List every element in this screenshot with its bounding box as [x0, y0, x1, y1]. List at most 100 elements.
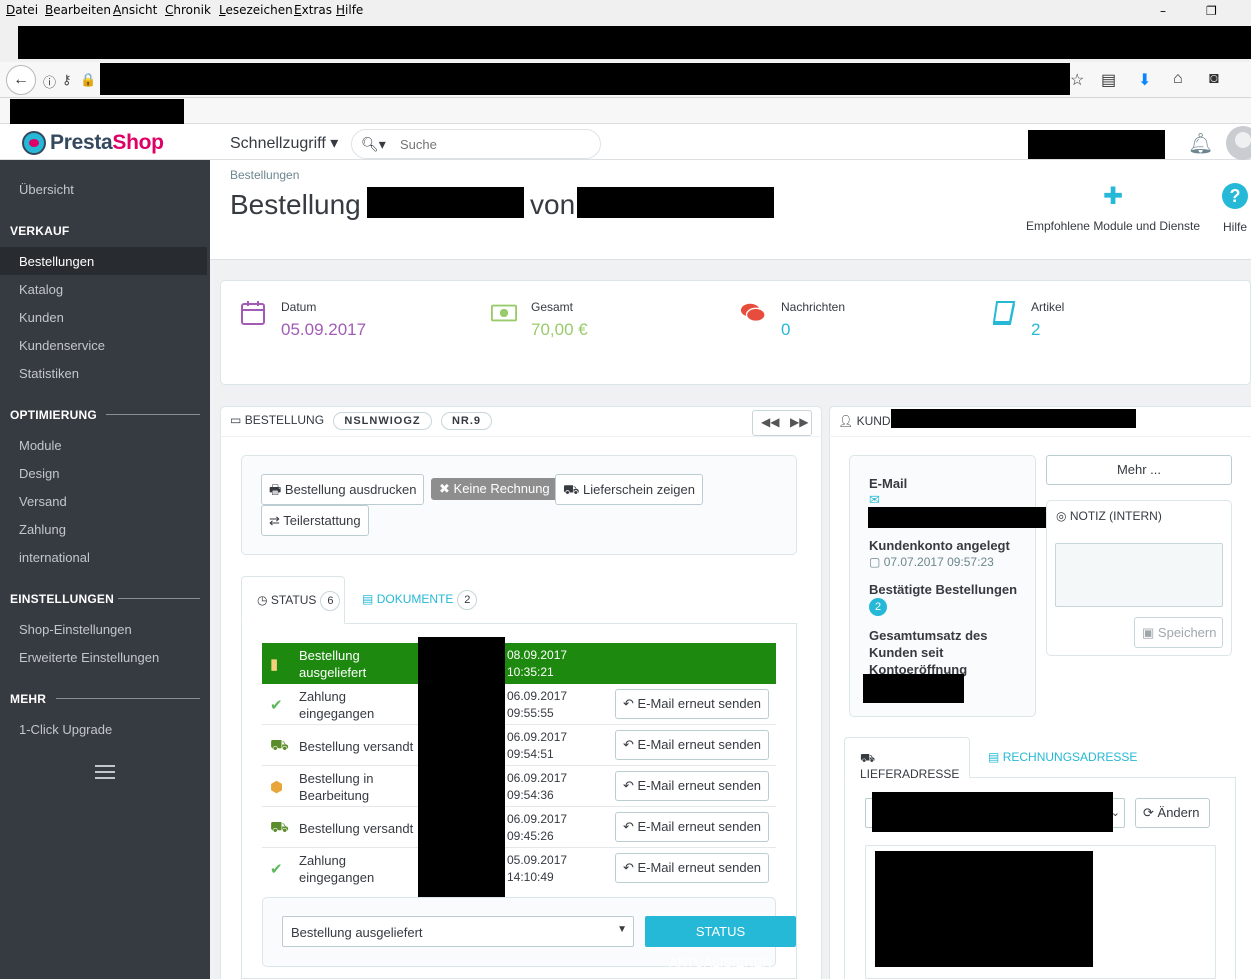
tab-shipping-address[interactable]: ⛟ LIEFERADRESSE — [844, 737, 970, 781]
tab-documents[interactable]: ▤ DOKUMENTE 2 — [362, 590, 478, 610]
menu-extras[interactable]: Extras — [294, 3, 332, 17]
home-icon[interactable]: ⌂ — [1173, 70, 1183, 88]
exchange-icon: ⇄ — [269, 513, 280, 528]
resend-email-button[interactable]: ↶ E-Mail erneut senden — [615, 812, 769, 842]
history-status-name: Bestellung versandt — [299, 821, 414, 836]
clock-icon: ◷ — [257, 593, 268, 607]
history-row: ✔ Zahlung eingegangen 06.09.2017 09:55:55… — [262, 684, 776, 725]
minimize-button[interactable]: – — [1160, 4, 1166, 18]
resend-email-button[interactable]: ↶ E-Mail erneut senden — [615, 853, 769, 883]
sidebar-item-customers[interactable]: Kunden — [19, 310, 64, 325]
search-form: 🔍︎▾ — [351, 129, 601, 159]
menu-datei[interactable]: Datei — [6, 3, 38, 17]
print-order-button[interactable]: 🖶︎ Bestellung ausdrucken — [261, 474, 425, 505]
sidebar-item-overview[interactable]: Übersicht — [19, 182, 74, 197]
sidebar-item-design[interactable]: Design — [19, 466, 59, 481]
help-button[interactable]: ? Hilfe — [1218, 183, 1251, 234]
search-icon[interactable]: 🔍︎▾ — [361, 136, 386, 153]
tab-invoice-address[interactable]: ▤ RECHNUNGSADRESSE — [988, 750, 1137, 764]
divider — [118, 598, 200, 599]
redacted-order-id — [367, 187, 524, 218]
sidebar-category-einstellungen: EINSTELLUNGEN — [10, 592, 114, 606]
reader-list-icon[interactable]: ▤ — [1101, 70, 1116, 90]
redacted-url-input[interactable] — [100, 63, 1070, 95]
breadcrumb[interactable]: Bestellungen — [230, 168, 299, 182]
sidebar-item-customer-service[interactable]: Kundenservice — [19, 338, 105, 353]
history-status-name: Zahlung eingegangen — [299, 689, 375, 721]
menu-ansicht[interactable]: Ansicht — [113, 3, 157, 17]
menu-lesezeichen[interactable]: Lesezeichen — [219, 3, 293, 17]
calendar-icon — [241, 301, 265, 325]
email-label: E-Mail — [869, 476, 908, 491]
sidebar-item-upgrade[interactable]: 1-Click Upgrade — [19, 722, 112, 737]
search-input[interactable] — [400, 135, 590, 153]
sidebar-item-shipping[interactable]: Versand — [19, 494, 67, 509]
box-icon: ⬢ — [270, 779, 284, 796]
calendar-small-icon: ▢ — [869, 555, 881, 569]
resend-email-button[interactable]: ↶ E-Mail erneut senden — [615, 689, 769, 719]
order-status-select[interactable]: Bestellung ausgeliefert ▼ — [282, 916, 634, 947]
maximize-button[interactable]: ❐ — [1206, 4, 1217, 18]
key-icon: ⚷ — [62, 72, 72, 87]
sidebar-item-advanced-settings[interactable]: Erweiterte Einstellungen — [19, 650, 159, 665]
sidebar-item-orders[interactable]: Bestellungen — [19, 254, 94, 269]
delivery-slip-button[interactable]: ⛟ Lieferschein zeigen — [555, 474, 704, 505]
download-icon[interactable]: ⬇ — [1138, 70, 1151, 90]
resend-email-button[interactable]: ↶ E-Mail erneut senden — [615, 730, 769, 760]
kpi-messages: Nachrichten 0 — [781, 300, 845, 340]
star-icon[interactable]: ☆ — [1070, 70, 1084, 90]
notification-bell-icon[interactable]: 🔔︎ — [1188, 131, 1213, 156]
back-arrow-icon[interactable]: ← — [6, 65, 36, 95]
no-invoice-button[interactable]: ✖ Keine Rechnung — [431, 478, 558, 500]
history-date: 08.09.2017 10:35:21 — [507, 648, 568, 679]
file-icon: ▤ — [362, 592, 374, 606]
partial-refund-button[interactable]: ⇄ Teilerstattung — [261, 505, 369, 536]
history-date: 06.09.2017 09:45:26 — [507, 812, 568, 843]
print-icon: 🖶︎ — [269, 482, 282, 497]
sidebar-item-payment[interactable]: Zahlung — [19, 522, 66, 537]
user-icon: 👤︎ — [838, 414, 854, 428]
kpi-products-value: 2 — [1031, 320, 1041, 339]
sidebar-item-shop-settings[interactable]: Shop-Einstellungen — [19, 622, 132, 637]
truck-icon: ⛟ — [270, 737, 289, 754]
menu-chronik[interactable]: Chronik — [165, 3, 211, 17]
page-title: Bestellung — [230, 189, 361, 220]
prestashop-logo[interactable]: PrestaShop — [22, 130, 164, 156]
kpi-panel — [220, 280, 1251, 385]
recommended-modules-button[interactable]: ✚ Empfohlene Module und Dienste — [1018, 182, 1208, 233]
sidebar-item-international[interactable]: international — [19, 550, 90, 565]
truck-icon: ⛟ — [563, 482, 580, 497]
sidebar-item-modules[interactable]: Module — [19, 438, 62, 453]
more-button[interactable]: Mehr ... — [1046, 455, 1232, 485]
info-icon[interactable]: ⓘ — [43, 72, 56, 91]
history-row: ✔ Zahlung eingegangen 05.09.2017 14:10:49… — [262, 848, 776, 889]
change-address-button[interactable]: ⟳ Ändern — [1135, 798, 1210, 828]
envelope-icon[interactable]: ✉ — [869, 492, 880, 508]
private-note-heading: ◎ NOTIZ (INTERN) — [1056, 509, 1162, 523]
private-note-textarea[interactable] — [1055, 543, 1223, 607]
save-note-button[interactable]: ▣ Speichern — [1134, 617, 1223, 648]
reply-icon: ↶ — [622, 696, 634, 711]
sidebar-item-stats[interactable]: Statistiken — [19, 366, 79, 381]
divider — [56, 698, 200, 699]
package-icon: ▮ — [270, 656, 279, 673]
next-order-icon[interactable]: ▶▶ — [790, 415, 808, 429]
history-date: 05.09.2017 14:10:49 — [507, 853, 568, 884]
sidebar-item-catalog[interactable]: Katalog — [19, 282, 63, 297]
redacted-email[interactable] — [868, 507, 1053, 528]
menu-collapse-icon[interactable] — [95, 765, 115, 783]
truck-icon: ⛟ — [270, 819, 289, 836]
menu-bearbeiten[interactable]: Bearbeiten — [45, 3, 111, 17]
history-status-name: Bestellung in Bearbeitung — [299, 771, 374, 803]
quick-access-dropdown[interactable]: Schnellzugriff ▾ — [230, 133, 338, 153]
lock-icon[interactable]: 🔒 — [80, 72, 96, 88]
update-status-button[interactable]: STATUS AKTUALISIEREN — [645, 916, 796, 970]
previous-order-icon[interactable]: ◀◀ — [761, 415, 779, 429]
file-icon: ▤ — [988, 750, 1000, 764]
redacted-shop-link[interactable] — [1028, 130, 1165, 159]
menu-hilfe[interactable]: Hilfe — [336, 3, 363, 17]
pocket-icon[interactable]: ◙ — [1209, 70, 1219, 88]
tab-status[interactable]: ◷ STATUS 6 — [241, 576, 345, 624]
reply-icon: ↶ — [622, 860, 634, 875]
resend-email-button[interactable]: ↶ E-Mail erneut senden — [615, 771, 769, 801]
